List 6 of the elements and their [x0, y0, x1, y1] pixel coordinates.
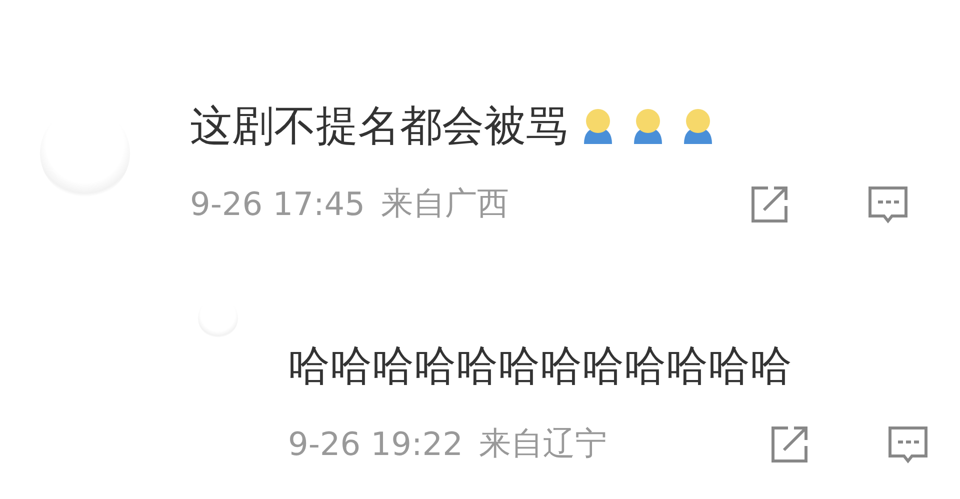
- comment-time: 9-26 17:45: [190, 185, 366, 223]
- comment-location: 来自辽宁: [479, 423, 608, 464]
- comment-text: 哈哈哈哈哈哈哈哈哈哈哈哈: [288, 340, 792, 392]
- comment-text: 这剧不提名都会被骂: [190, 100, 568, 152]
- comment-time: 9-26 19:22: [288, 425, 464, 463]
- comment-location: 来自广西: [381, 183, 510, 224]
